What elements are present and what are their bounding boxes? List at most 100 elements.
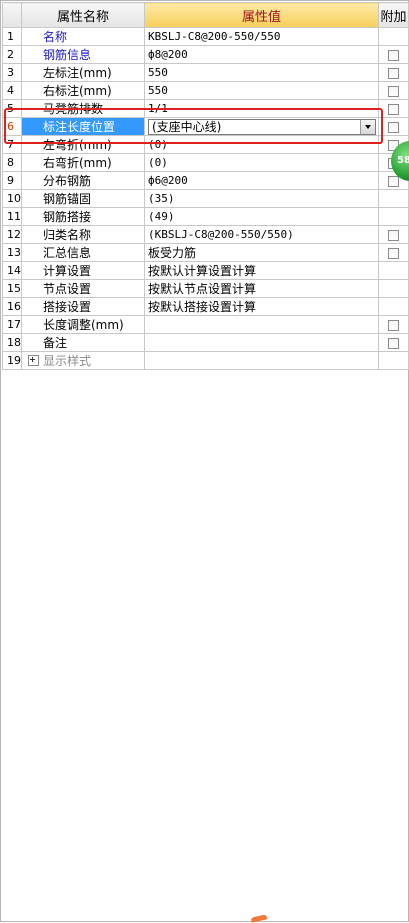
row-value[interactable]: (35) <box>144 189 379 208</box>
row-index: 10 <box>2 189 22 208</box>
row-name[interactable]: 钢筋搭接 <box>21 207 145 226</box>
header-name[interactable]: 属性名称 <box>21 2 145 28</box>
table-row[interactable]: 16 搭接设置 按默认搭接设置计算 <box>2 297 409 316</box>
table-row[interactable]: 17 长度调整(mm) <box>2 315 409 334</box>
row-name[interactable]: 长度调整(mm) <box>21 315 145 334</box>
row-value[interactable]: 板受力筋 <box>144 243 379 262</box>
row-name[interactable]: 右弯折(mm) <box>21 153 145 172</box>
row-name[interactable]: 名称 <box>21 27 145 46</box>
position-dropdown[interactable]: (支座中心线) <box>148 118 376 135</box>
row-value[interactable]: ф8@200 <box>144 45 379 64</box>
row-name[interactable]: 计算设置 <box>21 261 145 280</box>
row-value[interactable]: KBSLJ-C8@200-550/550 <box>144 27 379 46</box>
attach-checkbox[interactable] <box>388 121 399 133</box>
row-value[interactable]: (0) <box>144 153 379 172</box>
row-name[interactable]: 汇总信息 <box>21 243 145 262</box>
row-name[interactable]: 标注长度位置 <box>21 117 145 136</box>
row-index: 5 <box>2 99 22 118</box>
row-index: 13 <box>2 243 22 262</box>
bottom-decoration <box>250 914 268 923</box>
row-name[interactable]: 搭接设置 <box>21 297 145 316</box>
row-value[interactable]: 按默认节点设置计算 <box>144 279 379 298</box>
table-row[interactable]: 13 汇总信息 板受力筋 <box>2 243 409 262</box>
row-index: 17 <box>2 315 22 334</box>
table-row[interactable]: 3 左标注(mm) 550 <box>2 63 409 82</box>
row-name[interactable]: 右标注(mm) <box>21 81 145 100</box>
row-name[interactable]: 备注 <box>21 333 145 352</box>
table-row[interactable]: 18 备注 <box>2 333 409 352</box>
row-index: 19 <box>2 351 22 370</box>
row-extra <box>378 333 409 352</box>
table-row[interactable]: 4 右标注(mm) 550 <box>2 81 409 100</box>
attach-checkbox[interactable] <box>388 49 399 61</box>
header-index <box>2 2 22 28</box>
table-row[interactable]: 5 马凳筋排数 1/1 <box>2 99 409 118</box>
row-index: 14 <box>2 261 22 280</box>
table-row-selected[interactable]: 6 标注长度位置 (支座中心线) <box>2 117 409 136</box>
chevron-down-icon[interactable] <box>360 119 375 134</box>
row-name[interactable]: 钢筋锚固 <box>21 189 145 208</box>
row-name[interactable]: 钢筋信息 <box>21 45 145 64</box>
row-index: 18 <box>2 333 22 352</box>
row-value[interactable]: 550 <box>144 81 379 100</box>
row-value[interactable]: 按默认计算设置计算 <box>144 261 379 280</box>
row-extra <box>378 189 409 208</box>
dropdown-selected-value: (支座中心线) <box>152 119 222 134</box>
table-row[interactable]: 14 计算设置 按默认计算设置计算 <box>2 261 409 280</box>
table-row[interactable]: 8 右弯折(mm) (0) <box>2 153 409 172</box>
row-extra <box>378 279 409 298</box>
row-name-group[interactable]: 显示样式 <box>21 351 145 370</box>
row-name[interactable]: 马凳筋排数 <box>21 99 145 118</box>
row-extra <box>378 63 409 82</box>
row-name[interactable]: 归类名称 <box>21 225 145 244</box>
row-value[interactable] <box>144 351 379 370</box>
attach-checkbox[interactable] <box>388 229 399 241</box>
table-row[interactable]: 2 钢筋信息 ф8@200 <box>2 45 409 64</box>
row-extra <box>378 225 409 244</box>
attach-checkbox[interactable] <box>388 175 399 187</box>
table-row[interactable]: 15 节点设置 按默认节点设置计算 <box>2 279 409 298</box>
row-extra <box>378 315 409 334</box>
row-value[interactable]: 1/1 <box>144 99 379 118</box>
row-value[interactable]: 按默认搭接设置计算 <box>144 297 379 316</box>
header-extra[interactable]: 附加 <box>378 2 409 28</box>
table-row[interactable]: 10 钢筋锚固 (35) <box>2 189 409 208</box>
attach-checkbox[interactable] <box>388 103 399 115</box>
row-value[interactable]: 550 <box>144 63 379 82</box>
row-index: 1 <box>2 27 22 46</box>
table-row[interactable]: 9 分布钢筋 ф6@200 <box>2 171 409 190</box>
attach-checkbox[interactable] <box>388 67 399 79</box>
row-extra <box>378 81 409 100</box>
row-value[interactable]: (支座中心线) <box>144 117 379 136</box>
row-value[interactable]: (49) <box>144 207 379 226</box>
row-index: 16 <box>2 297 22 316</box>
row-index: 4 <box>2 81 22 100</box>
row-name[interactable]: 左弯折(mm) <box>21 135 145 154</box>
row-extra <box>378 99 409 118</box>
row-name[interactable]: 左标注(mm) <box>21 63 145 82</box>
table-row[interactable]: 11 钢筋搭接 (49) <box>2 207 409 226</box>
row-index: 2 <box>2 45 22 64</box>
table-row[interactable]: 1 名称 KBSLJ-C8@200-550/550 <box>2 27 409 46</box>
header-row: 属性名称 属性值 附加 <box>2 2 409 28</box>
attach-checkbox[interactable] <box>388 85 399 97</box>
row-value[interactable]: (KBSLJ-C8@200-550/550) <box>144 225 379 244</box>
row-name[interactable]: 分布钢筋 <box>21 171 145 190</box>
table-row[interactable]: 12 归类名称 (KBSLJ-C8@200-550/550) <box>2 225 409 244</box>
row-name[interactable]: 节点设置 <box>21 279 145 298</box>
property-grid: 属性名称 属性值 附加 1 名称 KBSLJ-C8@200-550/550 2 … <box>2 2 409 370</box>
row-value[interactable]: ф6@200 <box>144 171 379 190</box>
row-extra <box>378 27 409 46</box>
attach-checkbox[interactable] <box>388 319 399 331</box>
attach-checkbox[interactable] <box>388 337 399 349</box>
expand-plus-icon[interactable] <box>28 355 39 366</box>
row-index: 9 <box>2 171 22 190</box>
row-value[interactable]: (0) <box>144 135 379 154</box>
header-value[interactable]: 属性值 <box>144 2 379 28</box>
attach-checkbox[interactable] <box>388 247 399 259</box>
table-row[interactable]: 19 显示样式 <box>2 351 409 370</box>
row-extra <box>378 207 409 226</box>
row-value[interactable] <box>144 333 379 352</box>
table-row[interactable]: 7 左弯折(mm) (0) <box>2 135 409 154</box>
row-value[interactable] <box>144 315 379 334</box>
